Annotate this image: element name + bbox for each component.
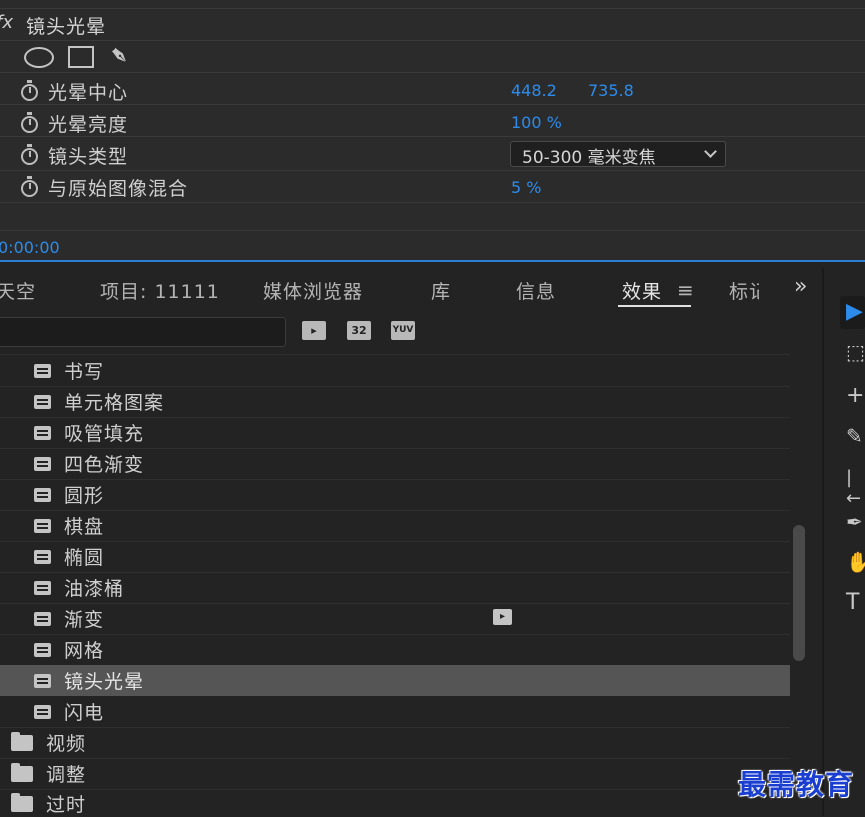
folder-label: 过时 bbox=[46, 794, 87, 816]
accelerated-effects-icon[interactable]: ▸ bbox=[302, 321, 326, 340]
list-item-label: 棋盘 bbox=[64, 516, 105, 538]
pen-icon[interactable]: ✒ bbox=[846, 510, 863, 534]
folder-icon bbox=[11, 732, 33, 751]
stopwatch-icon[interactable] bbox=[21, 112, 38, 133]
effect-icon bbox=[34, 581, 51, 595]
selection-tool-icon[interactable]: ▶ bbox=[846, 299, 863, 324]
razor-icon[interactable]: ✎ bbox=[846, 424, 863, 448]
list-item-label: 吸管填充 bbox=[64, 423, 145, 445]
list-item[interactable]: 渐变 ▸ bbox=[0, 603, 790, 634]
lens-type-dropdown[interactable]: 50-300 毫米变焦 bbox=[510, 141, 726, 168]
ellipse-mask-icon[interactable] bbox=[24, 47, 54, 68]
lens-type-selected: 50-300 毫米变焦 bbox=[522, 148, 656, 168]
tab-sky[interactable]: 天空 bbox=[0, 277, 36, 304]
effect-icon bbox=[34, 612, 51, 626]
param-label-flare-brightness: 光晕亮度 bbox=[48, 114, 129, 136]
ripple-edit-icon[interactable]: + bbox=[846, 383, 864, 408]
effect-icon bbox=[34, 457, 51, 471]
rectangle-mask-icon[interactable] bbox=[68, 46, 94, 68]
divider bbox=[0, 170, 865, 171]
type-icon[interactable]: T bbox=[846, 590, 859, 615]
list-item-label: 渐变 bbox=[64, 609, 105, 631]
chevron-down-icon bbox=[704, 145, 717, 158]
divider bbox=[0, 230, 865, 231]
list-item-label: 网格 bbox=[64, 640, 105, 662]
tab-markers[interactable]: 标记 bbox=[729, 277, 759, 304]
folder-icon bbox=[11, 763, 33, 782]
stopwatch-icon[interactable] bbox=[21, 144, 38, 165]
watermark-logo: 最需教育 bbox=[738, 768, 855, 801]
stopwatch-icon[interactable] bbox=[21, 176, 38, 197]
effect-icon bbox=[34, 364, 51, 378]
list-item-selected[interactable]: 镜头光晕 bbox=[0, 665, 790, 696]
list-item-label: 镜头光晕 bbox=[64, 671, 145, 693]
divider bbox=[0, 8, 865, 9]
timeline-indicator bbox=[0, 260, 865, 262]
yuv-filter-button[interactable]: YUV bbox=[391, 321, 415, 340]
effect-icon bbox=[34, 705, 51, 719]
param-label-flare-center: 光晕中心 bbox=[48, 82, 129, 104]
effect-icon bbox=[34, 519, 51, 533]
list-item[interactable]: 网格 bbox=[0, 634, 790, 665]
active-tab-underline bbox=[618, 305, 691, 307]
track-select-icon[interactable]: ⬚ bbox=[846, 340, 865, 364]
list-item-label: 单元格图案 bbox=[64, 392, 165, 414]
flare-brightness-value[interactable]: 100 % bbox=[511, 113, 562, 132]
list-item[interactable]: 圆形 bbox=[0, 479, 790, 510]
list-item[interactable]: 吸管填充 bbox=[0, 417, 790, 448]
effect-icon bbox=[34, 488, 51, 502]
timecode[interactable]: 0:00:00 bbox=[0, 238, 60, 257]
blend-value[interactable]: 5 % bbox=[511, 178, 541, 197]
effect-icon bbox=[34, 426, 51, 440]
folder-item[interactable]: 过时 bbox=[0, 789, 790, 816]
list-item[interactable]: 单元格图案 bbox=[0, 386, 790, 417]
32-bit-filter-button[interactable]: 32 bbox=[347, 321, 371, 340]
effect-icon bbox=[34, 643, 51, 657]
tab-effects[interactable]: 效果 bbox=[622, 277, 662, 304]
list-item[interactable]: 闪电 bbox=[0, 696, 790, 727]
divider bbox=[0, 136, 865, 137]
flare-center-y-value[interactable]: 735.8 bbox=[588, 81, 634, 100]
list-item-label: 椭圆 bbox=[64, 547, 105, 569]
list-item-label: 圆形 bbox=[64, 485, 105, 507]
stopwatch-icon[interactable] bbox=[21, 80, 38, 101]
effect-icon bbox=[34, 674, 51, 688]
fx-badge[interactable]: fx bbox=[0, 12, 13, 33]
folder-item[interactable]: 视频 bbox=[0, 727, 790, 758]
effect-icon bbox=[34, 550, 51, 564]
tab-media-browser[interactable]: 媒体浏览器 bbox=[263, 277, 363, 304]
folder-item[interactable]: 调整 bbox=[0, 758, 790, 789]
divider bbox=[0, 202, 865, 203]
tab-libraries[interactable]: 库 bbox=[431, 277, 451, 304]
list-item[interactable]: 油漆桶 bbox=[0, 572, 790, 603]
list-item[interactable]: 棋盘 bbox=[0, 510, 790, 541]
flare-center-x-value[interactable]: 448.2 bbox=[511, 81, 557, 100]
effect-icon bbox=[34, 395, 51, 409]
divider bbox=[0, 40, 865, 41]
list-item-label: 四色渐变 bbox=[64, 454, 145, 476]
param-label-lens-type: 镜头类型 bbox=[48, 146, 129, 168]
slip-icon[interactable]: |← bbox=[846, 467, 865, 509]
scrollbar-thumb[interactable] bbox=[793, 525, 805, 661]
effects-search-input[interactable] bbox=[0, 317, 286, 347]
folder-label: 视频 bbox=[46, 733, 87, 755]
divider bbox=[0, 104, 865, 105]
hand-icon[interactable]: ✋ bbox=[846, 550, 865, 574]
param-label-blend-with-original: 与原始图像混合 bbox=[48, 178, 189, 200]
overflow-icon[interactable]: » bbox=[794, 274, 808, 299]
accelerated-effect-icon: ▸ bbox=[493, 609, 512, 625]
panel-menu-icon[interactable]: ≡ bbox=[677, 278, 695, 302]
list-item[interactable]: 椭圆 bbox=[0, 541, 790, 572]
list-item-label: 油漆桶 bbox=[64, 578, 125, 600]
folder-label: 调整 bbox=[46, 764, 87, 786]
list-item[interactable]: 书写 bbox=[0, 355, 790, 386]
effect-name: 镜头光晕 bbox=[26, 16, 107, 38]
divider bbox=[0, 72, 865, 73]
list-item[interactable]: 四色渐变 bbox=[0, 448, 790, 479]
folder-icon bbox=[11, 793, 33, 812]
list-item-label: 闪电 bbox=[64, 702, 105, 724]
list-item-label: 书写 bbox=[64, 361, 105, 383]
tab-info[interactable]: 信息 bbox=[516, 277, 556, 304]
tab-project[interactable]: 项目: 11111 bbox=[100, 277, 220, 304]
